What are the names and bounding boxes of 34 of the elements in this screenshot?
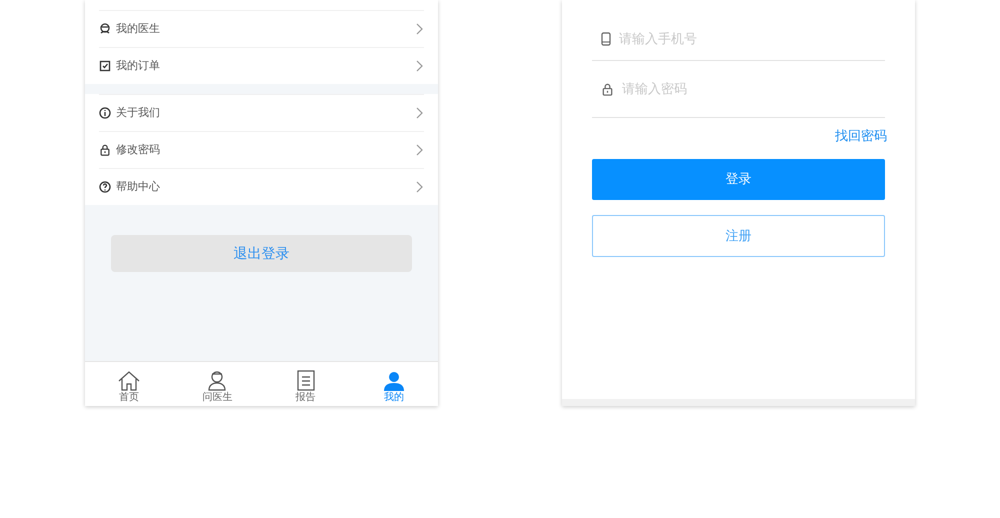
help-icon bbox=[99, 181, 111, 193]
menu-label: 关于我们 bbox=[116, 106, 161, 121]
tab-label: 报告 bbox=[296, 392, 316, 404]
chevron-right-icon bbox=[416, 23, 423, 35]
tab-item[interactable]: 问医生 bbox=[173, 362, 262, 406]
tab-label: 首页 bbox=[119, 392, 140, 404]
chevron-right-icon bbox=[416, 107, 423, 119]
menu-item[interactable]: 我的订单 bbox=[99, 47, 424, 84]
login-button[interactable]: 登录 bbox=[592, 158, 885, 200]
menu-item[interactable]: 修改密码 bbox=[99, 131, 424, 168]
tab-item[interactable]: 首页 bbox=[85, 362, 174, 406]
tab-item[interactable]: 报告 bbox=[262, 362, 350, 406]
tab-item[interactable]: 我的 bbox=[350, 362, 438, 406]
tab-label: 我的 bbox=[384, 392, 404, 404]
chevron-right-icon bbox=[416, 181, 423, 193]
chevron-right-icon bbox=[416, 60, 423, 72]
menu-label: 帮助中心 bbox=[116, 180, 161, 195]
document-icon bbox=[296, 370, 315, 391]
chevron-right-icon bbox=[416, 144, 423, 156]
checklist-icon bbox=[99, 60, 111, 72]
menu-label: 我的医生 bbox=[116, 22, 161, 37]
tab-label: 问医生 bbox=[202, 392, 232, 404]
menu-label: 我的订单 bbox=[116, 58, 161, 74]
forgot-password-link[interactable]: 找回密码 bbox=[835, 126, 887, 146]
menu-item[interactable]: 我的医生 bbox=[99, 10, 424, 47]
info-icon bbox=[99, 107, 111, 119]
user-icon bbox=[384, 371, 404, 391]
home-icon bbox=[118, 371, 140, 391]
phone-icon bbox=[601, 32, 611, 46]
menu-item[interactable]: 关于我们 bbox=[99, 94, 424, 131]
lock-icon bbox=[99, 144, 111, 156]
menu-label: 修改密码 bbox=[116, 142, 161, 158]
lock-icon bbox=[601, 82, 614, 96]
menu-item[interactable]: 帮助中心 bbox=[99, 168, 424, 205]
